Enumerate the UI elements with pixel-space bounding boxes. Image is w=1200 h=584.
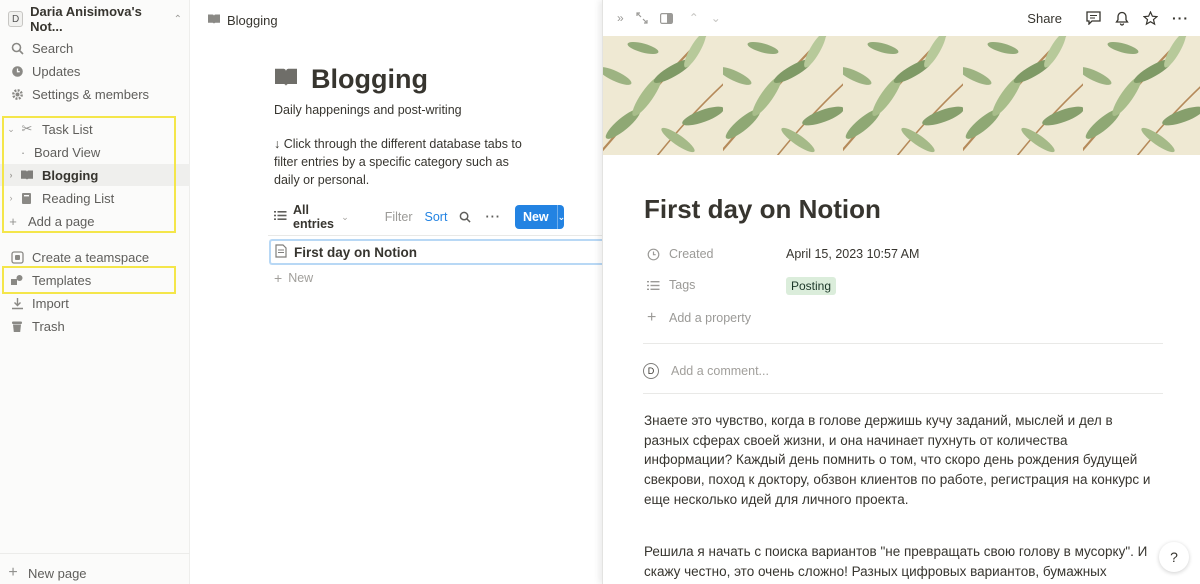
add-property-button[interactable]: + Add a property: [647, 307, 751, 329]
sidebar-item-label: Settings & members: [32, 86, 150, 102]
chevron-up-icon[interactable]: ⌃: [689, 11, 699, 25]
comment-input[interactable]: D Add a comment...: [643, 360, 769, 382]
body-paragraph[interactable]: Знаете это чувство, когда в голове держи…: [644, 411, 1159, 510]
property-created-value: April 15, 2023 10:57 AM: [786, 247, 920, 261]
workspace-name: Daria Anisimova's Not...: [30, 4, 142, 34]
divider: [0, 553, 190, 554]
sidebar-item-settings[interactable]: Settings & members: [0, 83, 190, 105]
page-title-text: Blogging: [311, 64, 428, 94]
help-button[interactable]: ?: [1159, 542, 1189, 572]
search-icon: [10, 41, 24, 55]
chevron-down-icon[interactable]: ⌄: [711, 11, 721, 25]
sidebar-item-search[interactable]: Search: [0, 37, 190, 59]
sidebar-item-label: Import: [32, 295, 69, 311]
download-icon: [10, 296, 24, 310]
sort-button[interactable]: Sort: [425, 210, 448, 224]
sidebar-item-label: Create a teamspace: [32, 249, 150, 265]
book-icon: [273, 64, 299, 95]
body-paragraph[interactable]: Решила я начать с поиска вариантов "не п…: [644, 542, 1149, 584]
property-tags-value[interactable]: Posting: [786, 275, 837, 297]
divider: [643, 343, 1163, 344]
highlight-box-pages: [2, 116, 176, 233]
close-peek-icon[interactable]: »: [617, 11, 624, 25]
expand-icon[interactable]: [636, 12, 648, 24]
sidebar-item-create-teamspace[interactable]: Create a teamspace: [0, 246, 190, 268]
add-property-label: Add a property: [669, 311, 751, 325]
page-title: Blogging: [273, 64, 428, 95]
tag-chip: Posting: [786, 277, 837, 295]
book-icon: [207, 13, 221, 28]
sidebar-item-label: Trash: [32, 318, 65, 334]
topbar: Blogging: [190, 0, 602, 40]
property-tags[interactable]: Tags: [647, 274, 695, 296]
sidebar-item-import[interactable]: Import: [0, 292, 190, 314]
share-button[interactable]: Share: [1027, 11, 1062, 26]
new-row-button[interactable]: + New: [274, 270, 313, 286]
divider: [643, 393, 1163, 394]
trash-icon: [10, 319, 24, 333]
workspace-switcher[interactable]: D Daria Anisimova's Not... ⌃: [8, 4, 182, 34]
new-entry-label: New: [522, 210, 549, 224]
star-icon[interactable]: [1143, 10, 1158, 26]
clock-icon: [647, 248, 663, 261]
plus-icon: +: [647, 309, 657, 326]
sidebar-item-label: Updates: [32, 63, 81, 79]
document-title[interactable]: First day on Notion: [644, 194, 881, 225]
page-description: Daily happenings and post-writing: [274, 103, 462, 117]
side-peek-panel: » ⌃ ⌄ Share ··· First day on Notion Crea…: [602, 0, 1200, 584]
page-icon: [275, 243, 287, 261]
highlight-box-templates: [2, 266, 176, 294]
sidebar-item-updates[interactable]: Updates: [0, 60, 190, 82]
page-hint: ↓ Click through the different database t…: [274, 137, 522, 187]
new-page-button[interactable]: + New page: [0, 562, 190, 584]
comment-placeholder: Add a comment...: [671, 364, 769, 378]
view-tab-all-entries[interactable]: All entries ⌄: [274, 203, 349, 231]
table-row[interactable]: First day on Notion: [269, 239, 603, 265]
cover-image[interactable]: [603, 36, 1200, 155]
database-toolbar: All entries ⌄ Filter Sort ··· New ⌄: [274, 203, 564, 231]
breadcrumb[interactable]: Blogging: [207, 13, 278, 28]
new-row-label: New: [288, 271, 314, 285]
property-name: Created: [669, 247, 714, 261]
list-icon: [274, 210, 287, 224]
chevron-down-icon: ⌄: [341, 211, 349, 222]
search-icon[interactable]: [459, 211, 472, 223]
chevron-updown-icon: ⌃: [173, 13, 182, 25]
new-page-label: New page: [28, 565, 87, 581]
sidebar-item-label: Search: [32, 40, 74, 56]
view-tab-label: All entries: [293, 203, 334, 231]
comment-icon[interactable]: [1086, 11, 1101, 25]
workspace-avatar: D: [8, 11, 24, 27]
bell-icon[interactable]: [1115, 11, 1129, 26]
property-created[interactable]: Created: [647, 243, 713, 265]
plus-icon: +: [274, 270, 283, 286]
avatar: D: [643, 363, 659, 379]
property-name: Tags: [669, 278, 696, 292]
plus-icon: +: [8, 564, 18, 581]
filter-button[interactable]: Filter: [385, 210, 413, 224]
new-entry-button[interactable]: New ⌄: [514, 205, 564, 229]
clock-icon: [10, 64, 24, 78]
row-title: First day on Notion: [294, 244, 417, 260]
peek-actions: Share ···: [1027, 0, 1189, 36]
more-options-icon[interactable]: ···: [1172, 10, 1189, 26]
breadcrumb-label: Blogging: [227, 12, 278, 28]
more-options-icon[interactable]: ···: [485, 210, 501, 224]
list-icon: [647, 280, 663, 291]
sidebar-item-trash[interactable]: Trash: [0, 315, 190, 337]
gear-icon: [10, 87, 24, 101]
peek-topbar: » ⌃ ⌄ Share ···: [603, 0, 1200, 36]
divider: [268, 235, 602, 236]
teamspace-icon: [10, 250, 24, 264]
chevron-down-icon[interactable]: ⌄: [556, 205, 564, 229]
peek-mode-icon[interactable]: [659, 12, 673, 24]
